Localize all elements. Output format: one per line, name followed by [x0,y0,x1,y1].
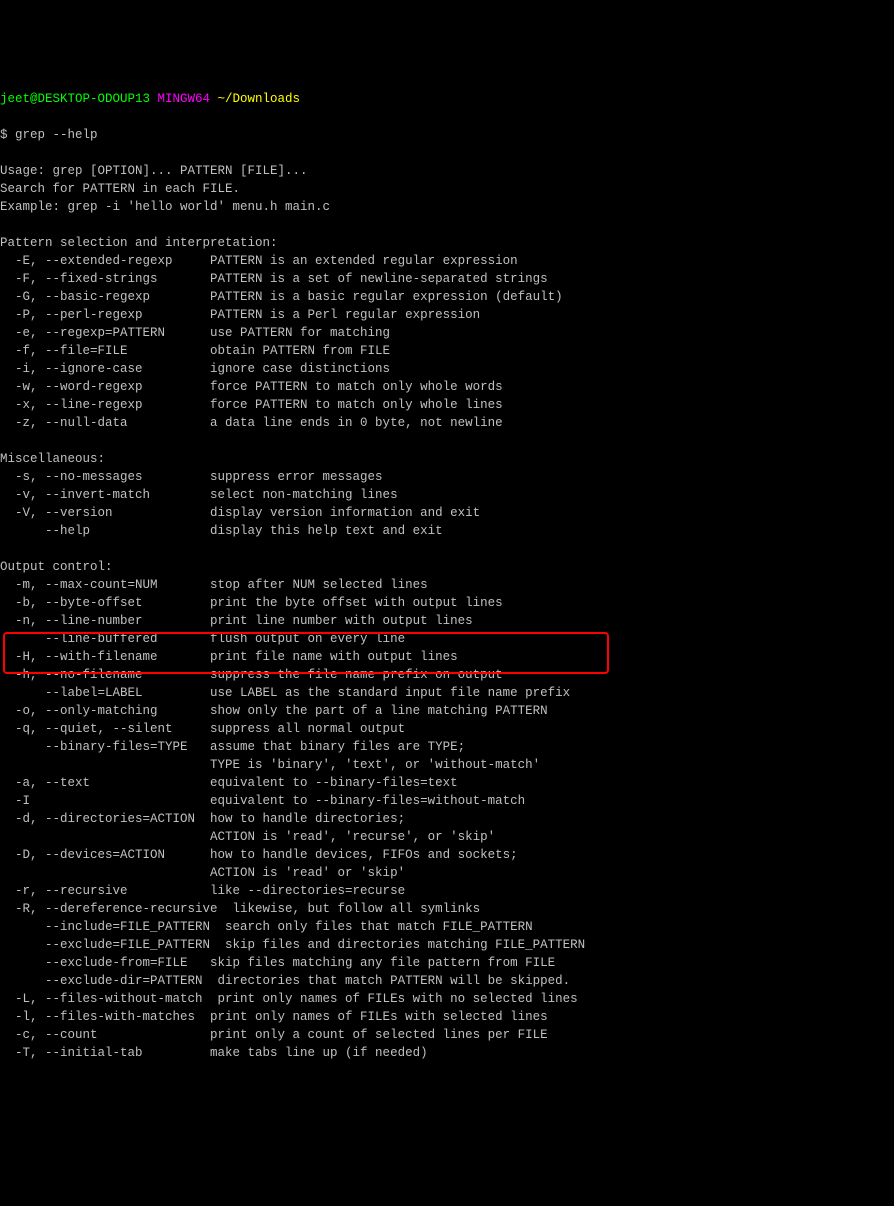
help-line: -T, --initial-tab make tabs line up (if … [0,1044,894,1062]
help-line: -d, --directories=ACTION how to handle d… [0,810,894,828]
help-line: -V, --version display version informatio… [0,504,894,522]
prompt-line: jeet@DESKTOP-ODOUP13 MINGW64 ~/Downloads [0,90,894,108]
help-line: -n, --line-number print line number with… [0,612,894,630]
command-line: $ grep --help [0,126,894,144]
help-line: Search for PATTERN in each FILE. [0,180,894,198]
help-line: -I equivalent to --binary-files=without-… [0,792,894,810]
help-line: -x, --line-regexp force PATTERN to match… [0,396,894,414]
help-line: -h, --no-filename suppress the file name… [0,666,894,684]
help-line: -e, --regexp=PATTERN use PATTERN for mat… [0,324,894,342]
help-line: --label=LABEL use LABEL as the standard … [0,684,894,702]
help-line: -o, --only-matching show only the part o… [0,702,894,720]
prompt-sys: MINGW64 [150,92,218,106]
help-line [0,540,894,558]
help-line: -r, --recursive like --directories=recur… [0,882,894,900]
help-line: --include=FILE_PATTERN search only files… [0,918,894,936]
help-line: -P, --perl-regexp PATTERN is a Perl regu… [0,306,894,324]
help-line: --line-buffered flush output on every li… [0,630,894,648]
help-line: Pattern selection and interpretation: [0,234,894,252]
help-line: -f, --file=FILE obtain PATTERN from FILE [0,342,894,360]
help-line: -i, --ignore-case ignore case distinctio… [0,360,894,378]
help-line: Miscellaneous: [0,450,894,468]
help-line: -q, --quiet, --silent suppress all norma… [0,720,894,738]
help-line: -l, --files-with-matches print only name… [0,1008,894,1026]
help-line: -G, --basic-regexp PATTERN is a basic re… [0,288,894,306]
help-line: -E, --extended-regexp PATTERN is an exte… [0,252,894,270]
help-line: -H, --with-filename print file name with… [0,648,894,666]
help-line: --exclude-from=FILE skip files matching … [0,954,894,972]
help-line: -v, --invert-match select non-matching l… [0,486,894,504]
help-line: -c, --count print only a count of select… [0,1026,894,1044]
help-line: TYPE is 'binary', 'text', or 'without-ma… [0,756,894,774]
help-line: -D, --devices=ACTION how to handle devic… [0,846,894,864]
help-line: -F, --fixed-strings PATTERN is a set of … [0,270,894,288]
help-line [0,216,894,234]
help-line: --exclude=FILE_PATTERN skip files and di… [0,936,894,954]
help-line: ACTION is 'read' or 'skip' [0,864,894,882]
help-line: ACTION is 'read', 'recurse', or 'skip' [0,828,894,846]
help-line: -L, --files-without-match print only nam… [0,990,894,1008]
help-line: -z, --null-data a data line ends in 0 by… [0,414,894,432]
terminal-output[interactable]: jeet@DESKTOP-ODOUP13 MINGW64 ~/Downloads… [0,72,894,1080]
help-line: --exclude-dir=PATTERN directories that m… [0,972,894,990]
help-line: -b, --byte-offset print the byte offset … [0,594,894,612]
help-output: Usage: grep [OPTION]... PATTERN [FILE]..… [0,162,894,1062]
help-line: --binary-files=TYPE assume that binary f… [0,738,894,756]
prompt-path: ~/Downloads [218,92,301,106]
help-line: -w, --word-regexp force PATTERN to match… [0,378,894,396]
help-line: -a, --text equivalent to --binary-files=… [0,774,894,792]
help-line: Output control: [0,558,894,576]
prompt-user: jeet@DESKTOP-ODOUP13 [0,92,150,106]
help-line: -m, --max-count=NUM stop after NUM selec… [0,576,894,594]
help-line: Usage: grep [OPTION]... PATTERN [FILE]..… [0,162,894,180]
help-line: --help display this help text and exit [0,522,894,540]
help-line: -R, --dereference-recursive likewise, bu… [0,900,894,918]
help-line: -s, --no-messages suppress error message… [0,468,894,486]
help-line [0,432,894,450]
help-line: Example: grep -i 'hello world' menu.h ma… [0,198,894,216]
